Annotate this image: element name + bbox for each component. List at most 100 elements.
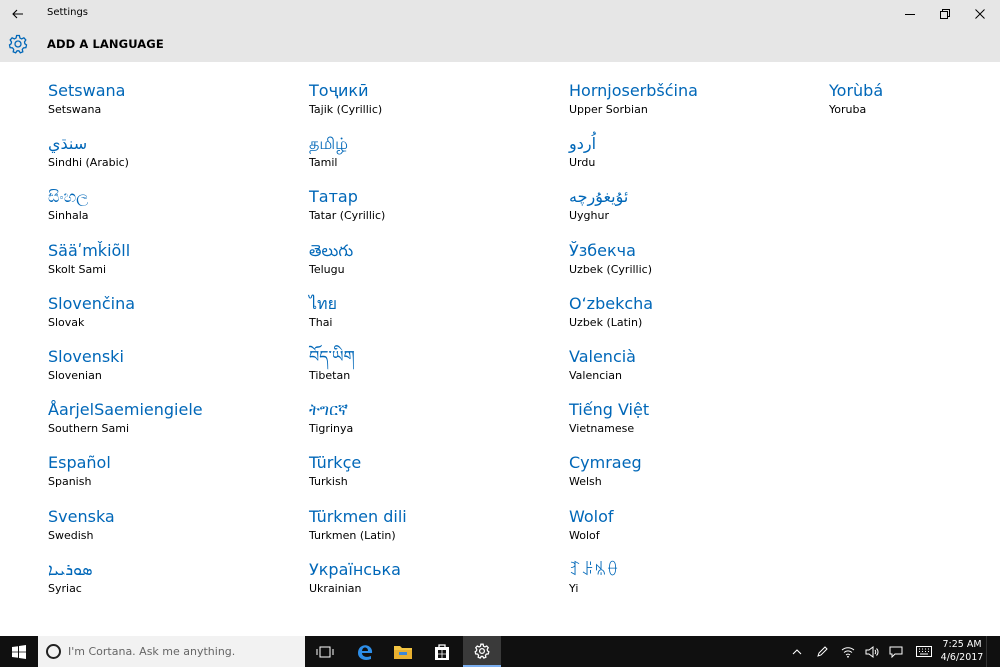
task-view-icon	[316, 646, 334, 657]
language-item[interactable]: ไทย Thai	[309, 293, 559, 346]
volume-button[interactable]	[862, 636, 882, 667]
chat-bubble-icon	[889, 646, 903, 658]
language-item[interactable]: Valencià Valencian	[569, 346, 819, 399]
language-native-name: Ўзбекча	[569, 240, 636, 260]
keyboard-icon	[916, 646, 932, 657]
language-english-name: Thai	[309, 315, 333, 329]
language-item[interactable]: Setswana Setswana	[48, 80, 298, 133]
language-item[interactable]: Hornjoserbšćina Upper Sorbian	[569, 80, 819, 133]
language-item[interactable]: Svenska Swedish	[48, 506, 298, 559]
language-native-name: Svenska	[48, 506, 115, 526]
edge-icon	[358, 644, 373, 660]
language-item[interactable]: བོད་ཡིག Tibetan	[309, 346, 559, 399]
language-list: Setswana Setswana سنڌي Sindhi (Arabic) සිං…	[0, 62, 1000, 636]
search-placeholder: I'm Cortana. Ask me anything.	[68, 645, 236, 658]
language-english-name: Vietnamese	[569, 422, 635, 436]
language-native-name: తెలుగు	[309, 240, 354, 260]
store-icon	[435, 644, 449, 660]
language-english-name: Welsh	[569, 475, 602, 489]
language-english-name: Tibetan	[309, 368, 351, 382]
language-native-name: བོད་ཡིག	[309, 346, 355, 366]
language-item[interactable]: Wolof Wolof	[569, 506, 819, 559]
language-item[interactable]: Тоҷикӣ Tajik (Cyrillic)	[309, 80, 559, 133]
language-item[interactable]: தமிழ் Tamil	[309, 133, 559, 186]
window-title: Settings	[47, 7, 89, 18]
language-item[interactable]: Yorùbá Yoruba	[829, 80, 1000, 133]
clock[interactable]: 7:25 AM 4/6/2017	[940, 638, 984, 664]
language-english-name: Valencian	[569, 368, 623, 382]
clock-time: 7:25 AM	[942, 639, 982, 650]
language-native-name: O‘zbekcha	[569, 293, 654, 313]
language-native-name: Hornjoserbšćina	[569, 81, 698, 100]
touch-keyboard-button[interactable]	[886, 636, 906, 667]
network-button[interactable]	[838, 636, 858, 667]
language-item[interactable]: ትግርኛ Tigrinya	[309, 399, 559, 452]
language-english-name: Uzbek (Latin)	[569, 315, 643, 329]
language-item[interactable]: سنڌي Sindhi (Arabic)	[48, 133, 298, 186]
language-item[interactable]: Sääʹmǩiõll Skolt Sami	[48, 240, 298, 293]
language-native-name: Valencià	[569, 346, 636, 366]
title-bar: Settings	[0, 0, 1000, 28]
language-item[interactable]: ꆈꌠꁱꂷ Yi	[569, 559, 819, 612]
language-native-name: Татар	[309, 187, 358, 207]
language-item[interactable]: Slovenčina Slovak	[48, 293, 298, 346]
language-column-4: Yorùbá Yoruba	[829, 80, 1000, 133]
language-item[interactable]: Türkmen dili Turkmen (Latin)	[309, 506, 559, 559]
language-english-name: Spanish	[48, 475, 92, 489]
minimize-button[interactable]	[893, 0, 927, 28]
cortana-search-box[interactable]: I'm Cortana. Ask me anything.	[38, 636, 305, 667]
language-item[interactable]: Slovenski Slovenian	[48, 346, 298, 399]
back-arrow-icon	[12, 9, 23, 19]
language-item[interactable]: සිංහල Sinhala	[48, 186, 298, 239]
edge-button[interactable]	[346, 636, 384, 667]
show-desktop-button[interactable]	[986, 636, 1000, 667]
close-button[interactable]	[963, 0, 997, 28]
taskbar: I'm Cortana. Ask me anything. 7:25 AM 4/…	[0, 636, 1000, 667]
language-item[interactable]: Español Spanish	[48, 452, 298, 505]
language-item[interactable]: Українська Ukrainian	[309, 559, 559, 612]
file-explorer-button[interactable]	[384, 636, 422, 667]
language-item[interactable]: ܣܘܪܝܝܐ Syriac	[48, 559, 298, 612]
language-item[interactable]: ئۇيغۇرچە Uyghur	[569, 186, 819, 239]
speaker-icon	[865, 645, 879, 658]
language-item[interactable]: ÅarjelSaemiengiele Southern Sami	[48, 399, 298, 452]
wifi-icon	[841, 646, 855, 658]
back-button[interactable]	[0, 0, 36, 28]
language-native-name: සිංහල	[48, 187, 89, 207]
language-item[interactable]: Татар Tatar (Cyrillic)	[309, 186, 559, 239]
language-item[interactable]: Ўзбекча Uzbek (Cyrillic)	[569, 240, 819, 293]
language-english-name: Setswana	[48, 103, 102, 116]
language-item[interactable]: O‘zbekcha Uzbek (Latin)	[569, 293, 819, 346]
language-english-name: Southern Sami	[48, 422, 130, 436]
language-english-name: Telugu	[309, 262, 345, 276]
language-english-name: Turkmen (Latin)	[309, 528, 396, 542]
language-native-name: Türkmen dili	[309, 506, 407, 526]
language-english-name: Syriac	[48, 581, 82, 595]
settings-taskbar-button[interactable]	[463, 636, 501, 667]
store-button[interactable]	[423, 636, 461, 667]
language-native-name: Українська	[309, 559, 401, 579]
pen-workspace-button[interactable]	[812, 636, 832, 667]
restore-button[interactable]	[928, 0, 962, 28]
language-native-name: Slovenčina	[48, 293, 136, 313]
show-hidden-icons-button[interactable]	[788, 636, 806, 667]
page-title: ADD A LANGUAGE	[47, 37, 164, 51]
language-item[interactable]: اُردو Urdu	[569, 133, 819, 186]
language-item[interactable]: Tiếng Việt Vietnamese	[569, 399, 819, 452]
language-english-name: Turkish	[309, 475, 348, 489]
language-native-name: سنڌي	[48, 134, 88, 154]
language-native-name: Slovenski	[48, 346, 124, 366]
page-header: ADD A LANGUAGE	[0, 28, 1000, 62]
language-column-3: Hornjoserbšćina Upper Sorbian اُردو Urdu ئ…	[569, 80, 819, 612]
language-native-name: ไทย	[309, 293, 337, 313]
language-native-name: ܣܘܪܝܝܐ	[48, 559, 93, 579]
language-english-name: Sindhi (Arabic)	[48, 156, 129, 170]
language-item[interactable]: తెలుగు Telugu	[309, 240, 559, 293]
language-item[interactable]: Cymraeg Welsh	[569, 452, 819, 505]
touch-keyboard-toggle[interactable]	[912, 636, 936, 667]
language-english-name: Upper Sorbian	[569, 103, 648, 116]
task-view-button[interactable]	[306, 636, 344, 667]
start-button[interactable]	[0, 636, 38, 667]
language-item[interactable]: Türkçe Turkish	[309, 452, 559, 505]
language-english-name: Uzbek (Cyrillic)	[569, 262, 653, 276]
